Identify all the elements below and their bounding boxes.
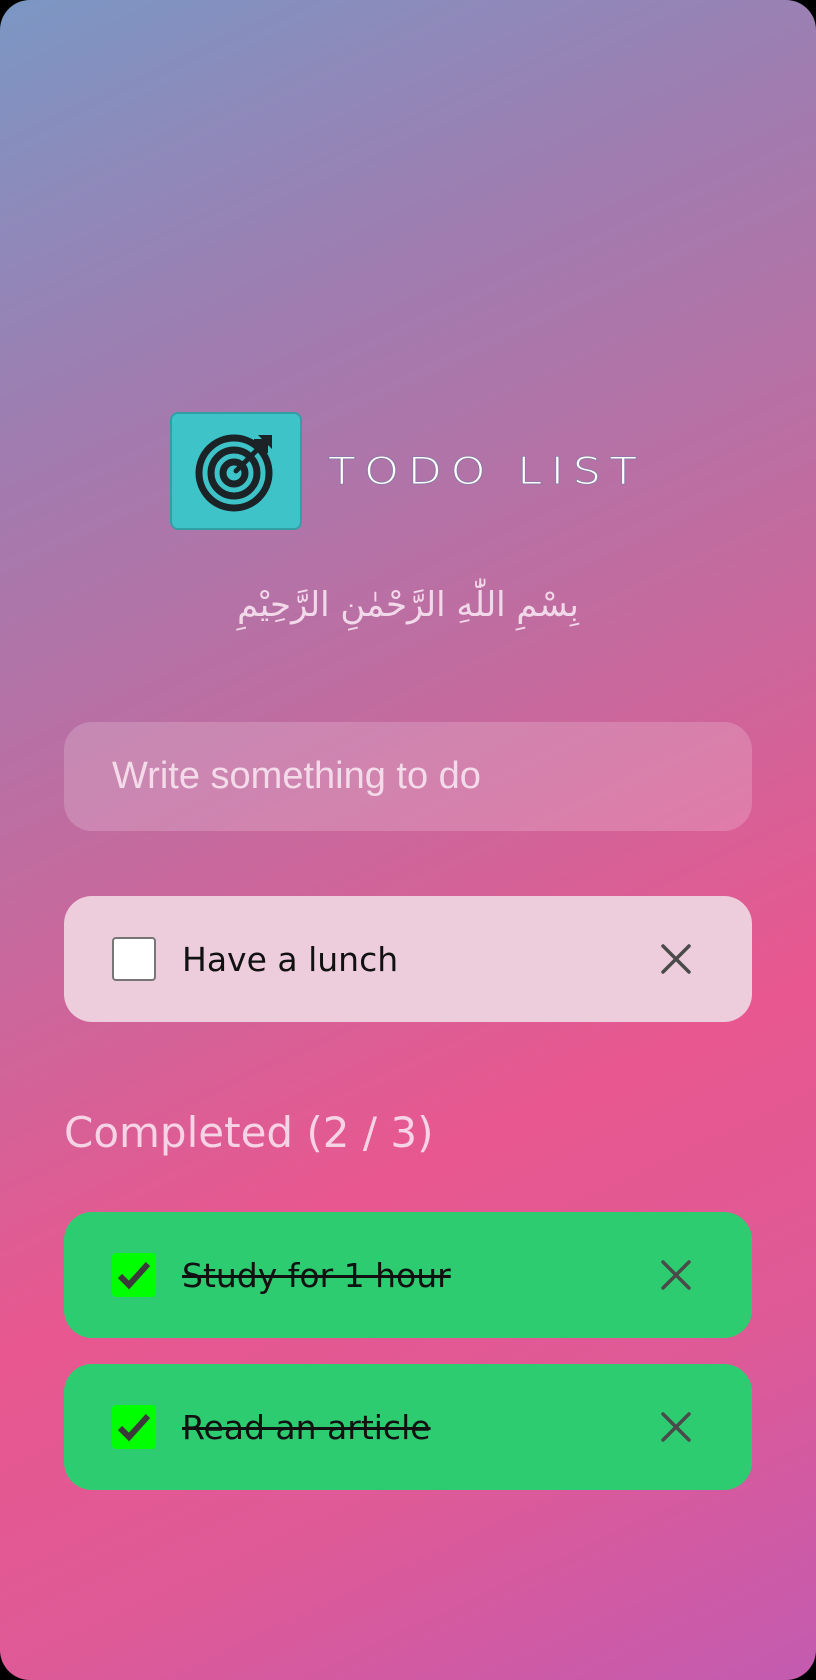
close-icon: [661, 1412, 691, 1442]
close-icon: [661, 944, 691, 974]
new-task-input[interactable]: [64, 722, 752, 831]
subtitle: بِسْمِ اللّٰهِ الرَّحْمٰنِ الرَّحِيْمِ: [237, 585, 579, 625]
delete-button[interactable]: [656, 939, 696, 979]
delete-button[interactable]: [656, 1255, 696, 1295]
delete-button[interactable]: [656, 1407, 696, 1447]
todo-label: Read an article: [182, 1407, 431, 1447]
app-title: TODO LIST: [327, 449, 646, 492]
todo-item: Have a lunch: [64, 896, 752, 1022]
todo-checkbox[interactable]: [112, 1253, 156, 1297]
header: TODO LIST: [0, 410, 816, 532]
checkmark-icon: [117, 1413, 151, 1442]
completed-item: Study for 1 hour: [64, 1212, 752, 1338]
todo-label: Study for 1 hour: [182, 1255, 451, 1295]
todo-label: Have a lunch: [182, 939, 399, 979]
app-window: TODO LIST بِسْمِ اللّٰهِ الرَّحْمٰنِ الر…: [0, 0, 816, 1680]
target-icon: [195, 434, 273, 512]
checkmark-icon: [117, 1261, 151, 1290]
completed-item: Read an article: [64, 1364, 752, 1490]
todo-checkbox[interactable]: [112, 1405, 156, 1449]
logo: [170, 412, 303, 530]
close-icon: [661, 1260, 691, 1290]
completed-heading: Completed (2 / 3): [64, 1108, 434, 1157]
todo-checkbox[interactable]: [112, 937, 156, 981]
